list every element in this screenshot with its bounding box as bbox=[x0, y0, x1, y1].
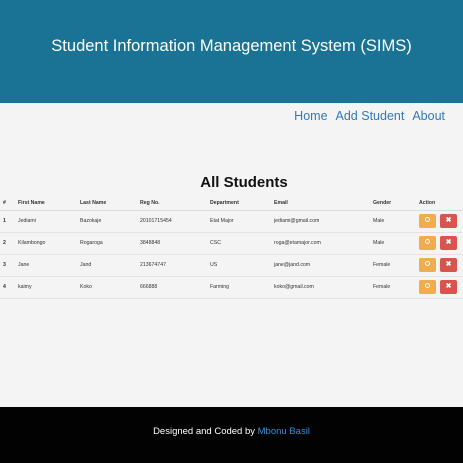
footer-credit: Designed and Coded by Mbonu Basil bbox=[153, 426, 310, 437]
table-header-row: # First Name Last Name Reg No. Departmen… bbox=[0, 196, 463, 211]
cell-number: 2 bbox=[0, 232, 16, 255]
table-row: 1 Jediami Bazokaje 20101715454 Etat Majo… bbox=[0, 210, 463, 233]
column-header-action: Action bbox=[417, 196, 463, 211]
column-header-first-name: First Name bbox=[16, 196, 78, 211]
column-header-reg-no: Reg No. bbox=[138, 196, 208, 211]
column-header-department: Department bbox=[208, 196, 272, 211]
site-footer: Designed and Coded by Mbonu Basil bbox=[0, 407, 463, 463]
nav-add-student-link[interactable]: Add Student bbox=[336, 108, 405, 124]
author-link[interactable]: Mbonu Basil bbox=[258, 426, 310, 437]
edit-button[interactable] bbox=[419, 214, 436, 228]
cell-last-name: Bazokaje bbox=[78, 210, 138, 233]
cell-last-name: Rogaroga bbox=[78, 232, 138, 255]
cell-department: US bbox=[208, 254, 272, 277]
cell-number: 3 bbox=[0, 254, 16, 277]
delete-icon: ✖ bbox=[445, 261, 452, 268]
column-header-last-name: Last Name bbox=[78, 196, 138, 211]
table-row: 3 Jane Jand 213674747 US jane@jand.com F… bbox=[0, 254, 463, 277]
table-header: # First Name Last Name Reg No. Departmen… bbox=[0, 196, 463, 211]
footer-credit-text: Designed and Coded by bbox=[153, 426, 255, 437]
edit-button[interactable] bbox=[419, 236, 436, 250]
cell-gender: Male bbox=[371, 210, 417, 233]
cell-reg-no: 3848848 bbox=[138, 232, 208, 255]
cell-first-name: kaimy bbox=[16, 276, 78, 299]
cell-email: koko@gmail.com bbox=[272, 276, 371, 299]
delete-button[interactable]: ✖ bbox=[440, 258, 457, 272]
cell-last-name: Koko bbox=[78, 276, 138, 299]
cell-first-name: Jediami bbox=[16, 210, 78, 233]
students-table: # First Name Last Name Reg No. Departmen… bbox=[0, 196, 463, 299]
cell-action: ✖ bbox=[417, 276, 463, 299]
cell-department: Etat Major bbox=[208, 210, 272, 233]
edit-button[interactable] bbox=[419, 258, 436, 272]
cell-email: jane@jand.com bbox=[272, 254, 371, 277]
site-title: Student Information Management System (S… bbox=[51, 37, 412, 55]
column-header-gender: Gender bbox=[371, 196, 417, 211]
cell-action: ✖ bbox=[417, 254, 463, 277]
page-heading: All Students bbox=[200, 174, 288, 191]
edit-icon bbox=[425, 260, 430, 266]
column-header-email: Email bbox=[272, 196, 371, 211]
cell-action: ✖ bbox=[417, 210, 463, 233]
cell-first-name: Kilambongo bbox=[16, 232, 78, 255]
table-body: 1 Jediami Bazokaje 20101715454 Etat Majo… bbox=[0, 210, 463, 299]
column-header-number: # bbox=[0, 196, 16, 211]
table-row: 4 kaimy Koko 666888 Farming koko@gmail.c… bbox=[0, 276, 463, 299]
cell-gender: Female bbox=[371, 254, 417, 277]
cell-email: roga@etamajor.com bbox=[272, 232, 371, 255]
cell-email: jediami@gmail.com bbox=[272, 210, 371, 233]
delete-icon: ✖ bbox=[445, 217, 452, 224]
cell-last-name: Jand bbox=[78, 254, 138, 277]
cell-gender: Female bbox=[371, 276, 417, 299]
edit-icon bbox=[425, 282, 430, 288]
cell-gender: Male bbox=[371, 232, 417, 255]
cell-department: CSC bbox=[208, 232, 272, 255]
table-row: 2 Kilambongo Rogaroga 3848848 CSC roga@e… bbox=[0, 232, 463, 255]
nav-about-link[interactable]: About bbox=[412, 108, 445, 124]
cell-action: ✖ bbox=[417, 232, 463, 255]
cell-number: 1 bbox=[0, 210, 16, 233]
delete-button[interactable]: ✖ bbox=[440, 236, 457, 250]
edit-icon bbox=[425, 216, 430, 222]
cell-reg-no: 666888 bbox=[138, 276, 208, 299]
site-header: Student Information Management System (S… bbox=[0, 0, 463, 103]
edit-button[interactable] bbox=[419, 280, 436, 294]
delete-icon: ✖ bbox=[445, 283, 452, 290]
cell-reg-no: 213674747 bbox=[138, 254, 208, 277]
delete-button[interactable]: ✖ bbox=[440, 280, 457, 294]
cell-reg-no: 20101715454 bbox=[138, 210, 208, 233]
delete-button[interactable]: ✖ bbox=[440, 214, 457, 228]
cell-department: Farming bbox=[208, 276, 272, 299]
edit-icon bbox=[425, 238, 430, 244]
nav-home-link[interactable]: Home bbox=[294, 108, 327, 124]
delete-icon: ✖ bbox=[445, 239, 452, 246]
main-nav: Home Add Student About bbox=[286, 108, 445, 124]
cell-first-name: Jane bbox=[16, 254, 78, 277]
cell-number: 4 bbox=[0, 276, 16, 299]
